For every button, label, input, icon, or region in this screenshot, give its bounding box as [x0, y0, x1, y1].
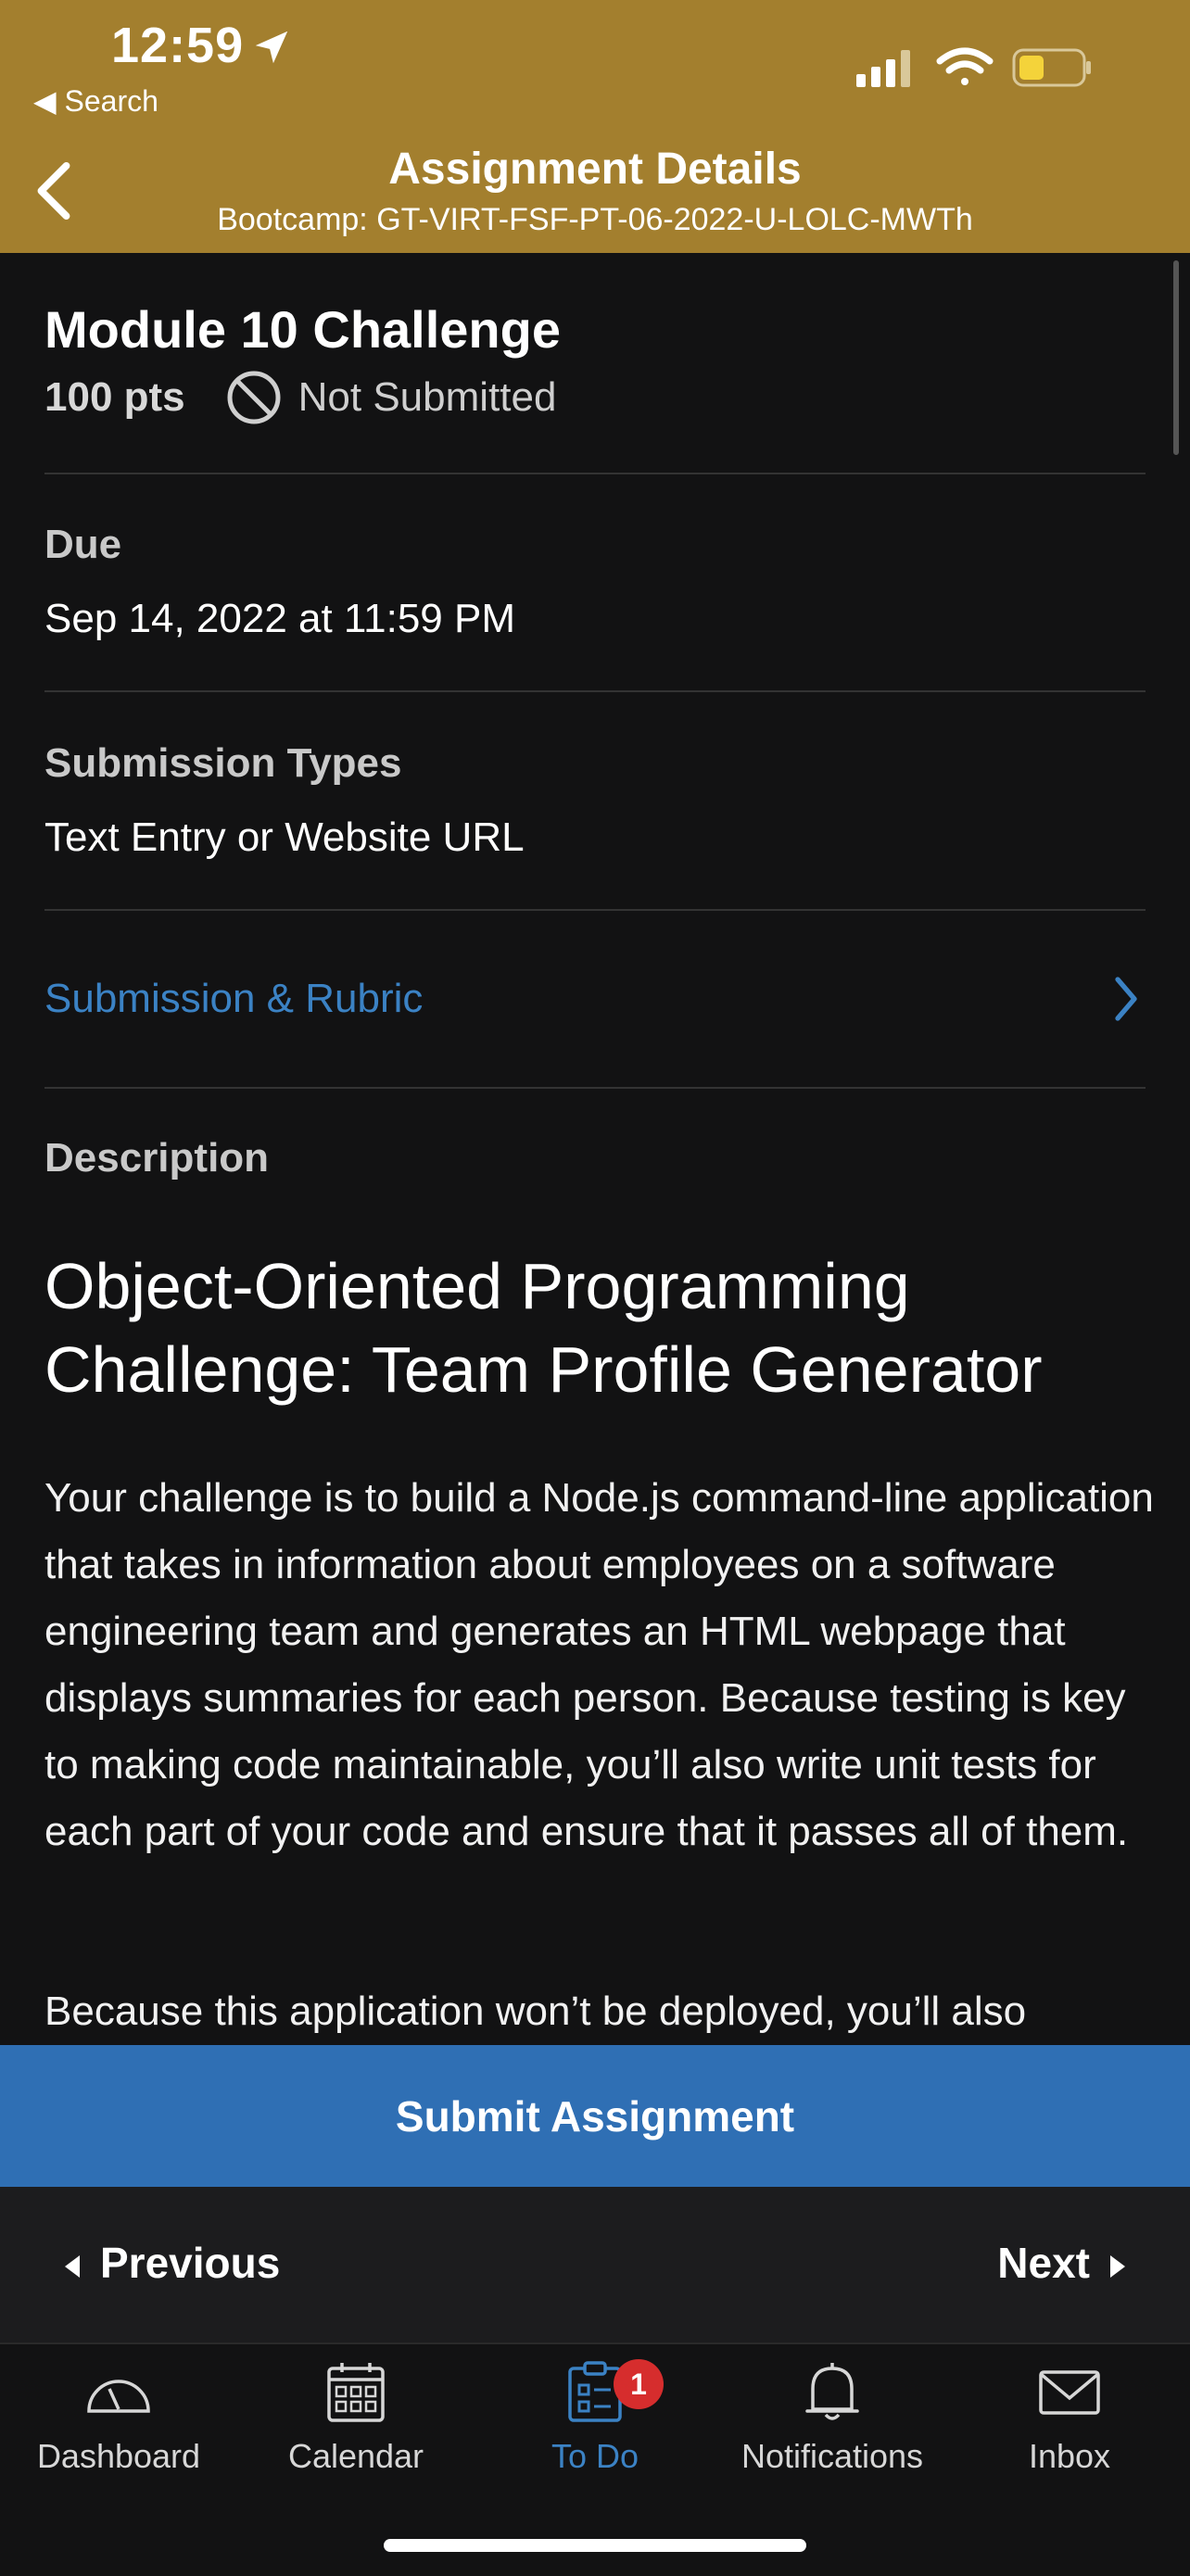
due-value: Sep 14, 2022 at 11:59 PM: [44, 596, 515, 641]
tab-notifications[interactable]: Notifications: [714, 2359, 951, 2476]
bell-icon: [805, 2363, 859, 2420]
wifi-icon: [936, 47, 994, 85]
tab-inbox-label: Inbox: [1028, 2437, 1111, 2475]
tab-todo-label: To Do: [551, 2437, 639, 2475]
submission-status: Not Submitted: [298, 374, 557, 420]
chevron-right-icon: [1115, 977, 1137, 1021]
home-indicator: [384, 2539, 806, 2552]
calendar-icon: [327, 2363, 385, 2422]
back-to-search-link[interactable]: ◀ Search: [33, 83, 158, 119]
dashboard-icon: [87, 2380, 150, 2413]
divider: [44, 690, 1146, 692]
status-time: 12:59: [111, 18, 245, 73]
description-heading: Object-Oriented Programming Challenge: T…: [44, 1250, 1043, 1406]
envelope-icon: [1039, 2370, 1100, 2415]
tab-calendar[interactable]: Calendar: [237, 2359, 475, 2476]
app-header: 12:59 ◀ Search Assignment Details Bootca…: [0, 0, 1190, 253]
tab-dashboard[interactable]: Dashboard: [0, 2359, 237, 2476]
signal-icon: [856, 50, 910, 87]
next-label: Next: [997, 2239, 1090, 2287]
previous-button[interactable]: Previous: [65, 2238, 280, 2288]
page-title: Assignment Details: [388, 145, 802, 194]
submission-types-label: Submission Types: [44, 740, 402, 786]
battery-icon: [1012, 48, 1091, 87]
scroll-indicator: [1173, 260, 1179, 455]
assignment-navigation: Previous Next: [0, 2187, 1190, 2342]
divider: [44, 1087, 1146, 1089]
assignment-content[interactable]: Module 10 Challenge 100 pts Not Submitte…: [0, 253, 1190, 2045]
not-submitted-icon: [227, 371, 281, 424]
submission-types-value: Text Entry or Website URL: [44, 814, 525, 860]
submission-rubric-link[interactable]: Submission & Rubric: [44, 976, 423, 1022]
points-label: 100 pts: [44, 374, 185, 420]
submit-assignment-button[interactable]: Submit Assignment: [0, 2045, 1190, 2187]
tab-calendar-label: Calendar: [287, 2437, 424, 2475]
divider: [44, 909, 1146, 911]
todo-count-badge: 1: [614, 2359, 664, 2409]
description-label: Description: [44, 1135, 270, 1181]
tab-notifications-label: Notifications: [741, 2437, 924, 2475]
submission-rubric-row[interactable]: Submission & Rubric: [44, 957, 1146, 1041]
caret-right-icon: [1110, 2254, 1125, 2278]
tab-inbox[interactable]: Inbox: [951, 2359, 1188, 2476]
assignment-meta: 100 pts Not Submitted: [44, 370, 1146, 425]
tab-todo[interactable]: 1 To Do: [476, 2359, 714, 2476]
due-label: Due: [44, 522, 122, 567]
divider: [44, 473, 1146, 474]
tab-dashboard-label: Dashboard: [36, 2437, 201, 2475]
caret-left-icon: [65, 2254, 80, 2278]
status-icons: [856, 47, 1091, 87]
previous-label: Previous: [100, 2239, 281, 2287]
next-button[interactable]: Next: [997, 2238, 1125, 2288]
description-paragraph: Your challenge is to build a Node.js com…: [44, 1475, 1154, 1854]
location-arrow-icon: [255, 31, 288, 64]
description-paragraph-2: Because this application won’t be deploy…: [44, 1989, 1027, 2034]
assignment-title: Module 10 Challenge: [44, 300, 561, 359]
course-subtitle: Bootcamp: GT-VIRT-FSF-PT-06-2022-U-LOLC-…: [217, 202, 973, 237]
